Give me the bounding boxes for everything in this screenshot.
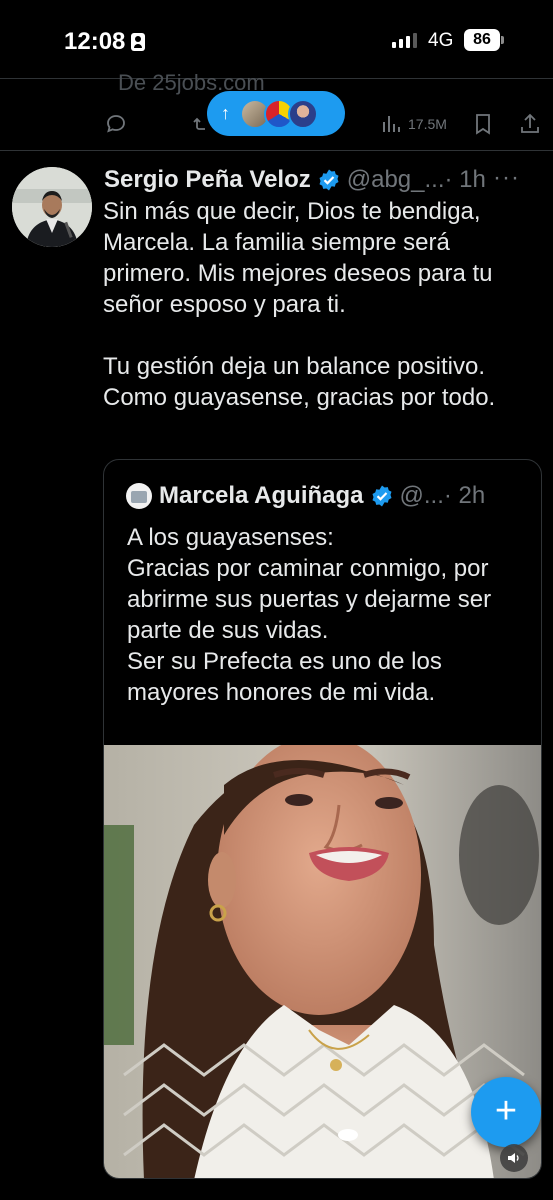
focus-mode-icon bbox=[131, 33, 146, 51]
reply-icon[interactable] bbox=[104, 112, 128, 136]
status-time: 12:08 bbox=[64, 28, 146, 56]
post-divider bbox=[0, 150, 553, 151]
status-bar: 12:08 4G 86 bbox=[0, 0, 553, 80]
network-type: 4G bbox=[428, 30, 454, 51]
header-divider bbox=[0, 78, 553, 79]
verified-badge-icon bbox=[319, 169, 339, 191]
quoted-author-handle: @... bbox=[399, 482, 444, 509]
share-icon[interactable] bbox=[518, 112, 542, 136]
bookmark-icon[interactable] bbox=[471, 112, 495, 136]
post-paragraph: Sin más que decir, Dios te bendiga, Marc… bbox=[103, 198, 493, 318]
post-text: Sin más que decir, Dios te bendiga, Marc… bbox=[103, 196, 543, 413]
status-time-text: 12:08 bbox=[64, 28, 126, 55]
views-icon[interactable] bbox=[380, 112, 404, 136]
more-options-icon[interactable]: ··· bbox=[493, 164, 520, 192]
new-posts-pill[interactable]: ↑ bbox=[207, 91, 345, 136]
plus-icon: + bbox=[494, 1089, 518, 1132]
post-time[interactable]: · 1h bbox=[445, 166, 486, 194]
quoted-post-header: Marcela Aguiñaga @... · 2h bbox=[126, 482, 485, 510]
arrow-up-icon: ↑ bbox=[221, 103, 230, 123]
battery-icon: 86 bbox=[464, 29, 500, 51]
cellular-signal-icon bbox=[392, 32, 417, 48]
pill-avatar bbox=[288, 98, 318, 129]
compose-post-button[interactable]: + bbox=[471, 1077, 541, 1147]
quoted-post-card[interactable]: Marcela Aguiñaga @... · 2h A los guayase… bbox=[103, 459, 542, 1179]
author-avatar[interactable] bbox=[12, 167, 92, 247]
avatar-image bbox=[12, 167, 92, 247]
post-paragraph: Tu gestión deja un balance positivo. Com… bbox=[103, 353, 496, 411]
quoted-author-avatar bbox=[126, 483, 152, 509]
author-name[interactable]: Sergio Peña Veloz bbox=[104, 166, 311, 194]
mute-toggle[interactable] bbox=[500, 1144, 528, 1172]
quoted-post-time: · 2h bbox=[443, 482, 486, 509]
quoted-post-text: A los guayasenses: Gracias por caminar c… bbox=[127, 524, 492, 706]
verified-badge-icon bbox=[372, 485, 392, 507]
author-handle[interactable]: @abg_... bbox=[347, 166, 445, 194]
views-count: 17.5M bbox=[408, 116, 447, 132]
battery-level: 86 bbox=[473, 31, 491, 48]
quoted-author-name: Marcela Aguiñaga bbox=[159, 482, 364, 509]
post-header: Sergio Peña Veloz @abg_... · 1h ··· bbox=[104, 164, 544, 196]
speaker-icon bbox=[508, 1153, 519, 1163]
battery-tip bbox=[501, 36, 504, 44]
